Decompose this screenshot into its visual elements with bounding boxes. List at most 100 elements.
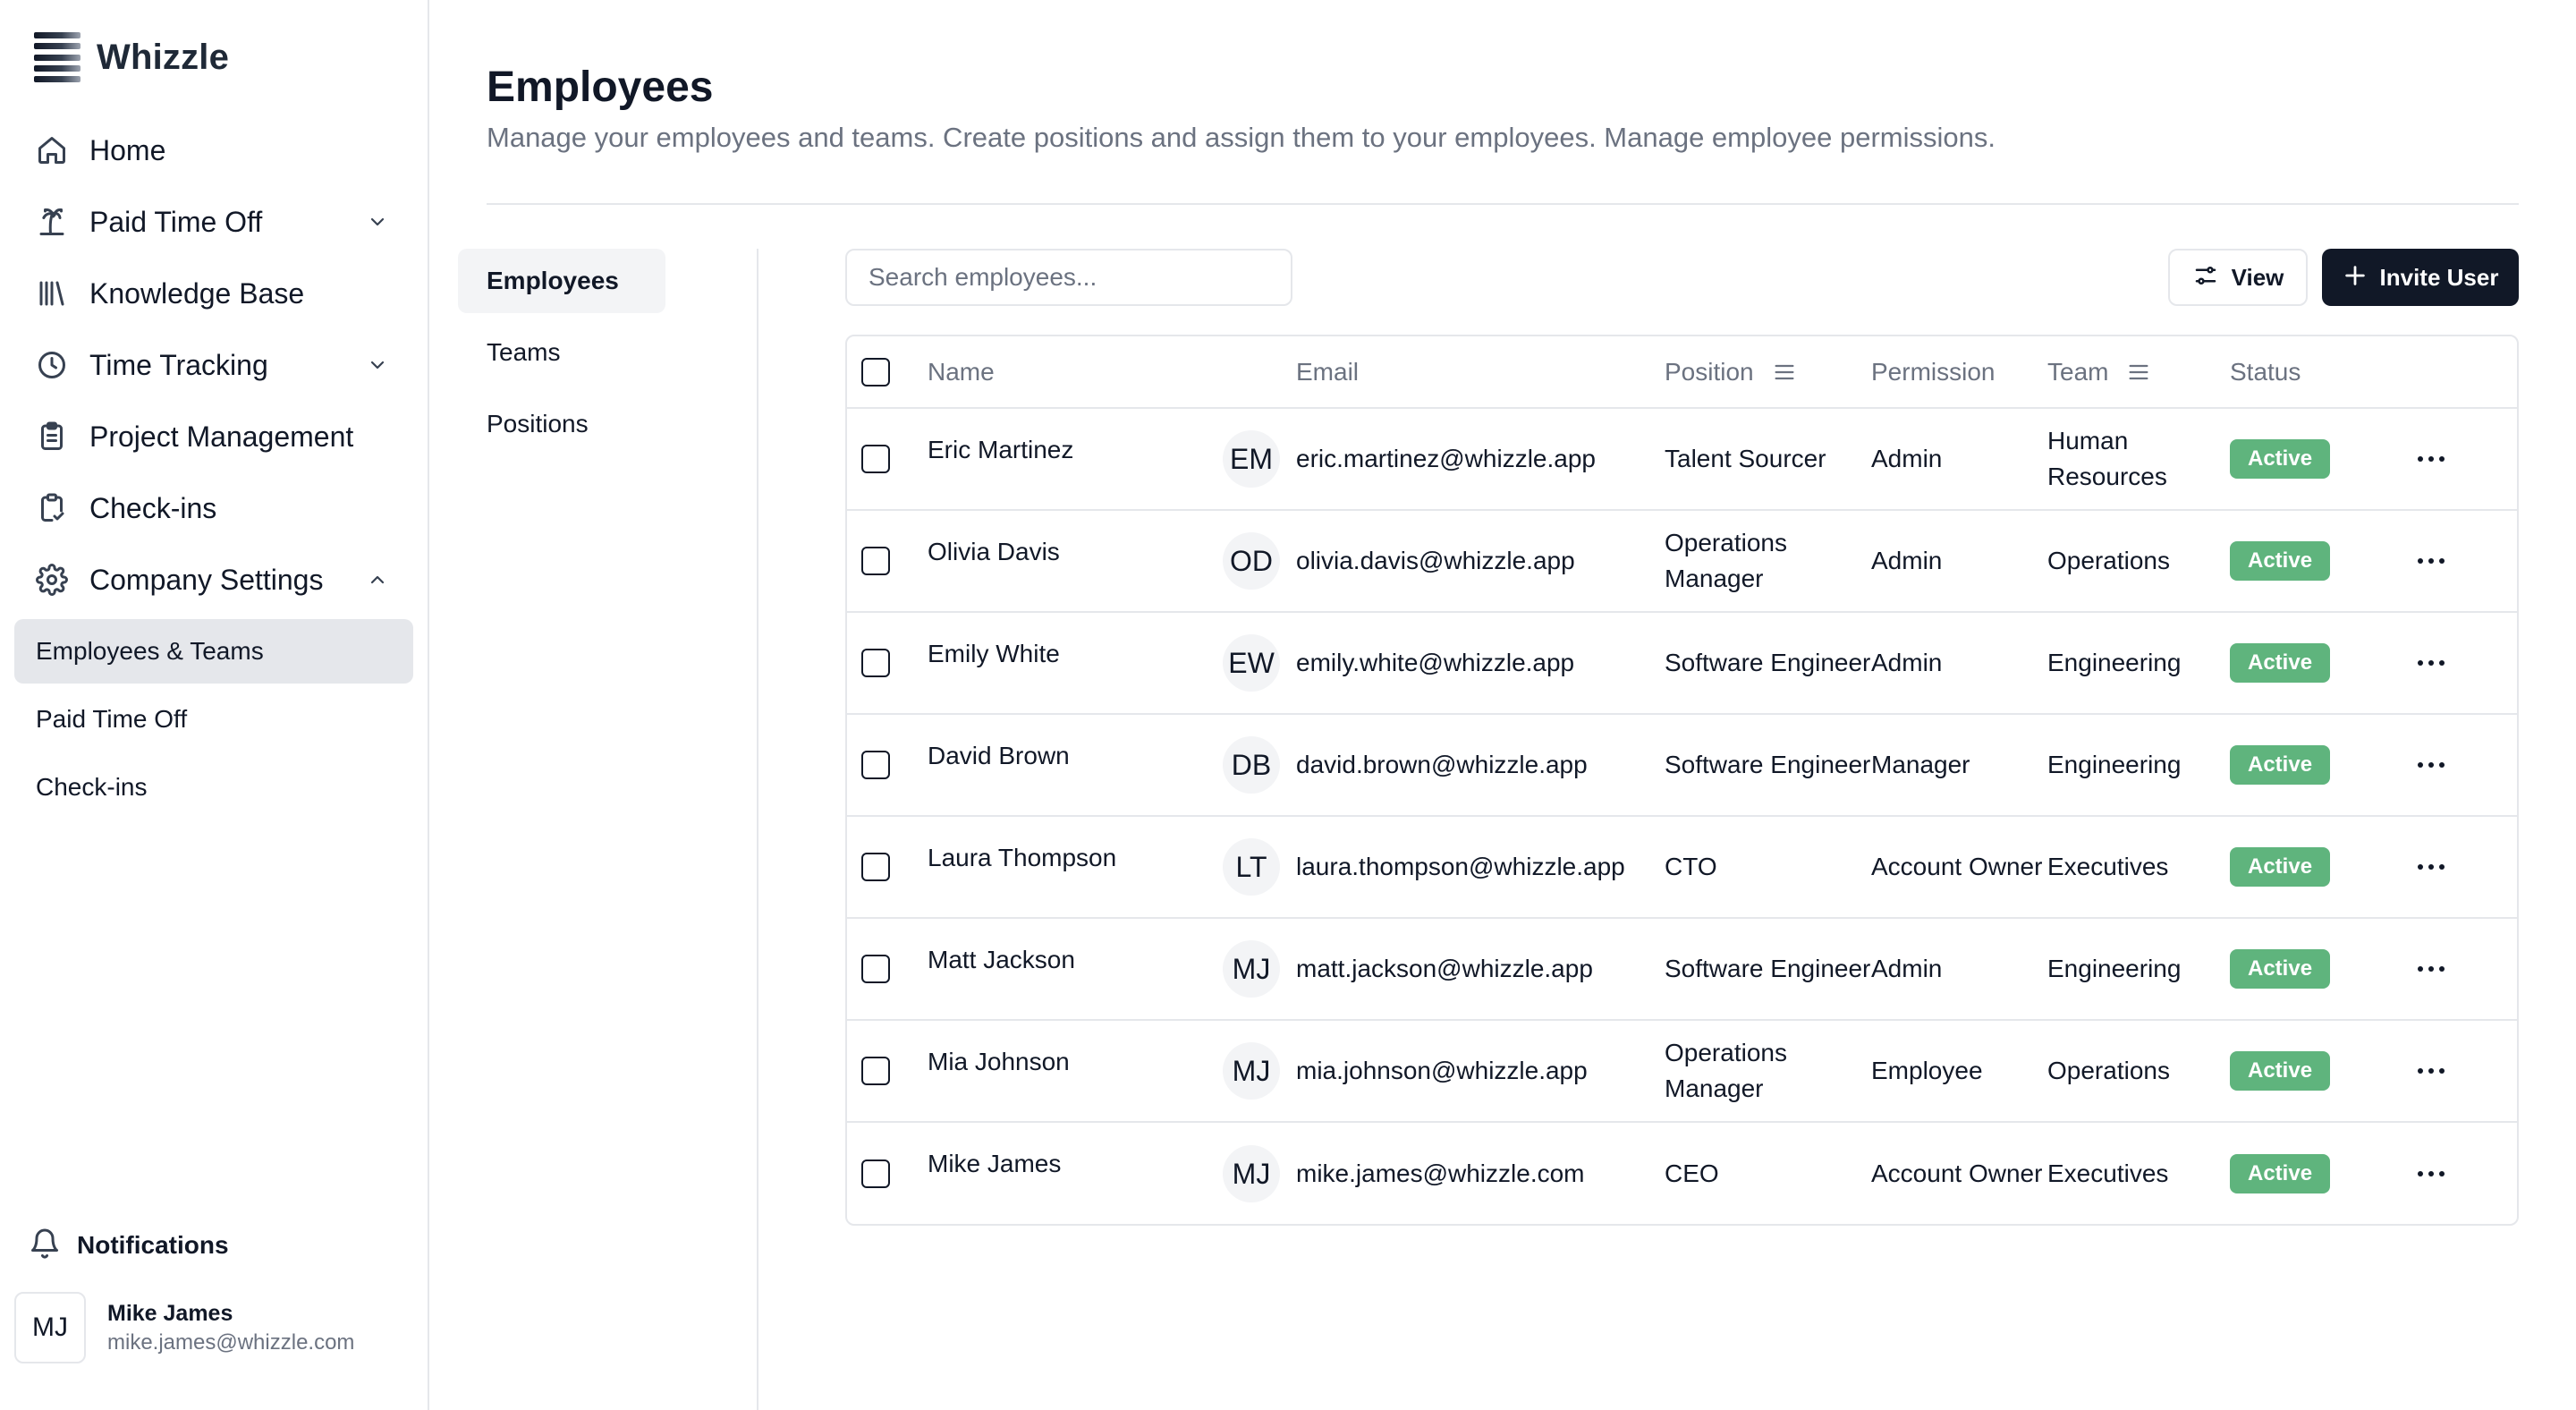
- brand-name: Whizzle: [97, 37, 230, 77]
- row-checkbox[interactable]: [861, 853, 890, 881]
- avatar: MJ: [1223, 940, 1280, 998]
- subnav-item-paid-time-off[interactable]: Paid Time Off: [14, 687, 413, 752]
- status-badge: Active: [2230, 643, 2331, 683]
- employee-team: Engineering: [2047, 612, 2230, 715]
- sidebar-item-label: Time Tracking: [89, 348, 268, 381]
- column-header-avatar: [1223, 336, 1296, 409]
- employee-position: Operations Manager: [1665, 510, 1871, 613]
- select-all-checkbox[interactable]: [861, 357, 890, 386]
- table-row[interactable]: Eric Martinez EM eric.martinez@whizzle.a…: [847, 408, 2517, 511]
- table-row[interactable]: Emily White EW emily.white@whizzle.app S…: [847, 612, 2517, 715]
- user-name: Mike James: [107, 1300, 233, 1326]
- palm-tree-icon: [34, 204, 70, 240]
- sidebar-item-label: Knowledge Base: [89, 276, 305, 310]
- status-badge: Active: [2230, 949, 2331, 989]
- sidebar-item-paid-time-off[interactable]: Paid Time Off: [0, 186, 429, 258]
- column-header-team[interactable]: Team: [2047, 336, 2230, 409]
- brand[interactable]: Whizzle: [34, 32, 229, 82]
- page-description: Manage your employees and teams. Create …: [487, 122, 1996, 153]
- more-actions-icon[interactable]: [2406, 543, 2456, 579]
- view-button-label: View: [2231, 263, 2284, 291]
- column-header-position[interactable]: Position: [1665, 336, 1871, 409]
- filter-menu-icon[interactable]: [2126, 360, 2151, 385]
- column-header-status[interactable]: Status: [2230, 336, 2394, 409]
- chevron-down-icon[interactable]: [363, 351, 392, 379]
- table-row[interactable]: Matt Jackson MJ matt.jackson@whizzle.app…: [847, 918, 2517, 1021]
- row-checkbox[interactable]: [861, 547, 890, 575]
- employee-permission: Account Owner: [1871, 1159, 2043, 1187]
- tab-positions[interactable]: Positions: [458, 392, 665, 456]
- table-header-row: Name Email Position Permission Team Stat…: [847, 336, 2517, 409]
- more-actions-icon[interactable]: [2406, 1156, 2456, 1192]
- notifications-button[interactable]: Notifications: [29, 1227, 229, 1263]
- user-profile[interactable]: MJ Mike James mike.james@whizzle.com: [14, 1292, 408, 1363]
- more-actions-icon[interactable]: [2406, 441, 2456, 477]
- avatar: EW: [1223, 634, 1280, 692]
- sidebar-item-time-tracking[interactable]: Time Tracking: [0, 329, 429, 401]
- column-header-email[interactable]: Email: [1296, 336, 1665, 409]
- more-actions-icon[interactable]: [2406, 849, 2456, 885]
- avatar: LT: [1223, 838, 1280, 896]
- avatar: OD: [1223, 532, 1280, 590]
- bell-icon: [29, 1227, 61, 1264]
- employee-permission: Admin: [1871, 612, 2047, 715]
- subnav-item-check-ins[interactable]: Check-ins: [14, 755, 413, 820]
- employee-permission: Employee: [1871, 1020, 2047, 1123]
- column-header-name[interactable]: Name: [928, 336, 1223, 409]
- subnav-item-employees-teams[interactable]: Employees & Teams: [14, 619, 413, 684]
- table-row[interactable]: David Brown DB david.brown@whizzle.app S…: [847, 714, 2517, 817]
- employee-team: Executives: [2047, 1159, 2169, 1187]
- employees-table: Name Email Position Permission Team Stat…: [845, 335, 2519, 1226]
- table-row[interactable]: Laura Thompson LT laura.thompson@whizzle…: [847, 816, 2517, 919]
- sidebar-item-label: Check-ins: [89, 491, 217, 524]
- app-root: Whizzle Home Paid Time Off Knowledge Bas…: [0, 0, 2576, 1410]
- invite-user-button[interactable]: Invite User: [2322, 249, 2519, 306]
- table-row[interactable]: Mia Johnson MJ mia.johnson@whizzle.app O…: [847, 1020, 2517, 1123]
- employee-email: eric.martinez@whizzle.app: [1296, 408, 1665, 511]
- user-email: mike.james@whizzle.com: [107, 1329, 355, 1355]
- row-checkbox[interactable]: [861, 649, 890, 677]
- sidebar-item-check-ins[interactable]: Check-ins: [0, 472, 429, 544]
- avatar: MJ: [14, 1292, 86, 1363]
- company-settings-subnav: Employees & Teams Paid Time Off Check-in…: [14, 619, 413, 823]
- status-badge: Active: [2230, 847, 2331, 887]
- employee-team: Operations: [2047, 1020, 2230, 1123]
- employee-permission: Manager: [1871, 714, 2047, 817]
- employee-name: Eric Martinez: [928, 436, 1074, 463]
- row-checkbox[interactable]: [861, 1057, 890, 1085]
- column-header-permission[interactable]: Permission: [1871, 336, 2047, 409]
- row-checkbox[interactable]: [861, 1159, 890, 1188]
- row-checkbox[interactable]: [861, 445, 890, 473]
- chevron-up-icon[interactable]: [363, 565, 392, 594]
- sliders-icon: [2192, 262, 2219, 293]
- more-actions-icon[interactable]: [2406, 951, 2456, 987]
- sidebar-item-home[interactable]: Home: [0, 115, 429, 186]
- employee-name: Mike James: [928, 1150, 1062, 1177]
- status-badge: Active: [2230, 439, 2331, 479]
- chevron-down-icon[interactable]: [363, 208, 392, 236]
- more-actions-icon[interactable]: [2406, 1053, 2456, 1089]
- table-row[interactable]: Mike James MJ mike.james@whizzle.com CEO…: [847, 1122, 2517, 1224]
- row-checkbox[interactable]: [861, 751, 890, 779]
- sidebar-item-label: Home: [89, 133, 166, 166]
- sidebar-item-label: Project Management: [89, 420, 354, 453]
- notifications-label: Notifications: [77, 1231, 229, 1259]
- tab-teams[interactable]: Teams: [458, 320, 665, 385]
- more-actions-icon[interactable]: [2406, 645, 2456, 681]
- employee-email: mia.johnson@whizzle.app: [1296, 1020, 1665, 1123]
- tab-employees[interactable]: Employees: [458, 249, 665, 313]
- employee-position: Software Engineer: [1665, 612, 1871, 715]
- sidebar-item-project-management[interactable]: Project Management: [0, 401, 429, 472]
- more-actions-icon[interactable]: [2406, 747, 2456, 783]
- column-header-position-label: Position: [1665, 357, 1754, 386]
- employee-permission: Account Owner: [1871, 816, 2047, 919]
- employee-email: olivia.davis@whizzle.app: [1296, 510, 1665, 613]
- table-row[interactable]: Olivia Davis OD olivia.davis@whizzle.app…: [847, 510, 2517, 613]
- filter-menu-icon[interactable]: [1772, 360, 1797, 385]
- employee-team: Executives: [2047, 816, 2230, 919]
- view-button[interactable]: View: [2168, 249, 2308, 306]
- search-input[interactable]: [845, 249, 1292, 306]
- sidebar-item-knowledge-base[interactable]: Knowledge Base: [0, 258, 429, 329]
- row-checkbox[interactable]: [861, 955, 890, 983]
- sidebar-item-company-settings[interactable]: Company Settings: [0, 544, 429, 616]
